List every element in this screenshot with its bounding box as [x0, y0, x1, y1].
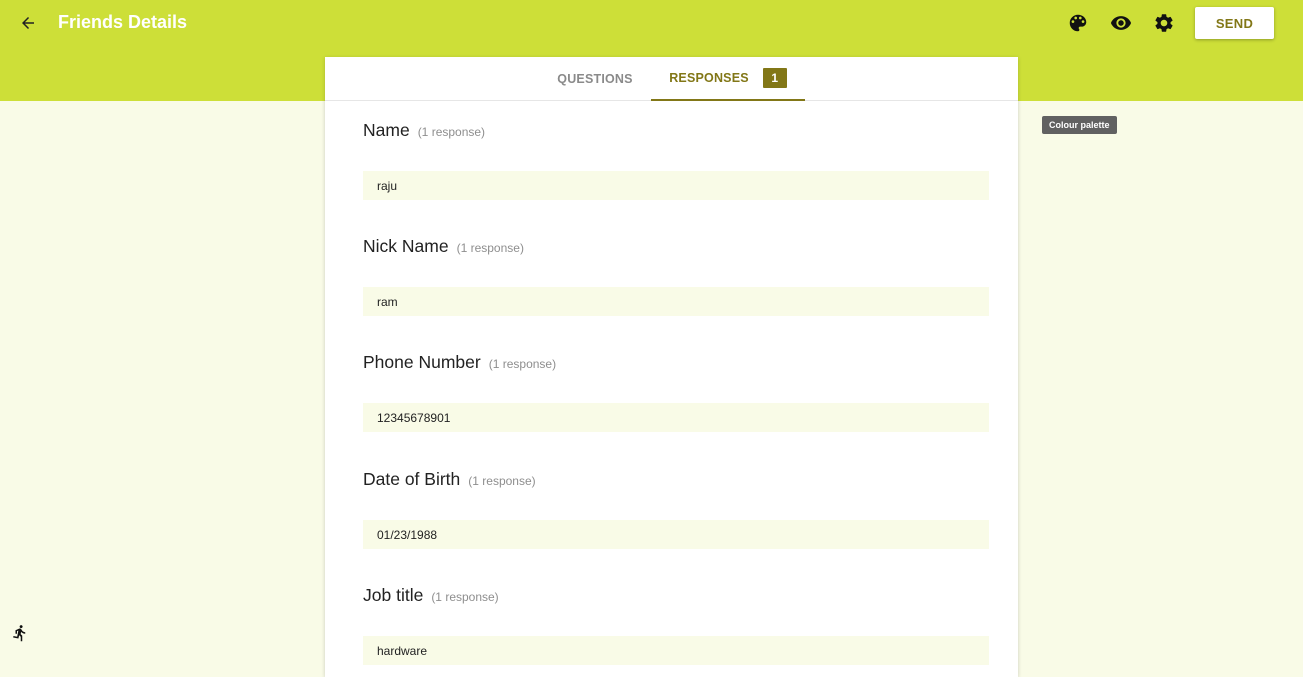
- palette-button[interactable]: [1065, 10, 1091, 36]
- response-count-badge: 1: [762, 68, 787, 88]
- tab-questions[interactable]: QUESTIONS: [542, 57, 648, 101]
- tab-responses-label: RESPONSES: [669, 71, 749, 85]
- form-card: QUESTIONS RESPONSES 1 Name (1 response) …: [325, 57, 1018, 677]
- question-label: Phone Number: [363, 352, 481, 372]
- response-count: (1 response): [488, 357, 557, 371]
- preview-button[interactable]: [1108, 10, 1134, 36]
- response-value: hardware: [363, 636, 989, 665]
- question-label: Job title: [363, 585, 424, 605]
- question-label: Nick Name: [363, 236, 449, 256]
- question-block: Name (1 response) raju: [363, 120, 989, 200]
- response-value: 12345678901: [363, 403, 989, 432]
- response-value: ram: [363, 287, 989, 316]
- arrow-left-icon: [22, 17, 34, 29]
- response-count: (1 response): [468, 474, 536, 488]
- tab-bar: QUESTIONS RESPONSES 1: [325, 57, 1018, 101]
- send-button[interactable]: SEND: [1195, 7, 1274, 39]
- back-button[interactable]: [14, 10, 42, 36]
- response-count: (1 response): [456, 241, 524, 255]
- settings-button[interactable]: [1151, 10, 1177, 36]
- question-block: Nick Name (1 response) ram: [363, 236, 989, 316]
- question-block: Job title (1 response) hardware: [363, 585, 989, 665]
- tab-responses[interactable]: RESPONSES 1: [651, 57, 805, 101]
- palette-icon: [1069, 14, 1087, 32]
- response-value: raju: [363, 171, 989, 200]
- response-value: 01/23/1988: [363, 520, 989, 549]
- colour-palette-tooltip: Colour palette: [1042, 116, 1117, 134]
- response-count: (1 response): [431, 590, 499, 604]
- response-count: (1 response): [417, 125, 486, 139]
- gear-icon: [1155, 14, 1173, 32]
- tab-questions-label: QUESTIONS: [557, 72, 633, 86]
- question-label: Date of Birth: [363, 469, 461, 489]
- question-block: Date of Birth (1 response) 01/23/1988: [363, 469, 989, 549]
- eye-icon: [1110, 16, 1132, 30]
- question-label: Name: [363, 120, 410, 140]
- accessibility-button[interactable]: [10, 622, 30, 644]
- question-block: Phone Number (1 response) 12345678901: [363, 352, 989, 432]
- running-person-icon: [13, 625, 26, 642]
- page-title: Friends Details: [58, 12, 188, 32]
